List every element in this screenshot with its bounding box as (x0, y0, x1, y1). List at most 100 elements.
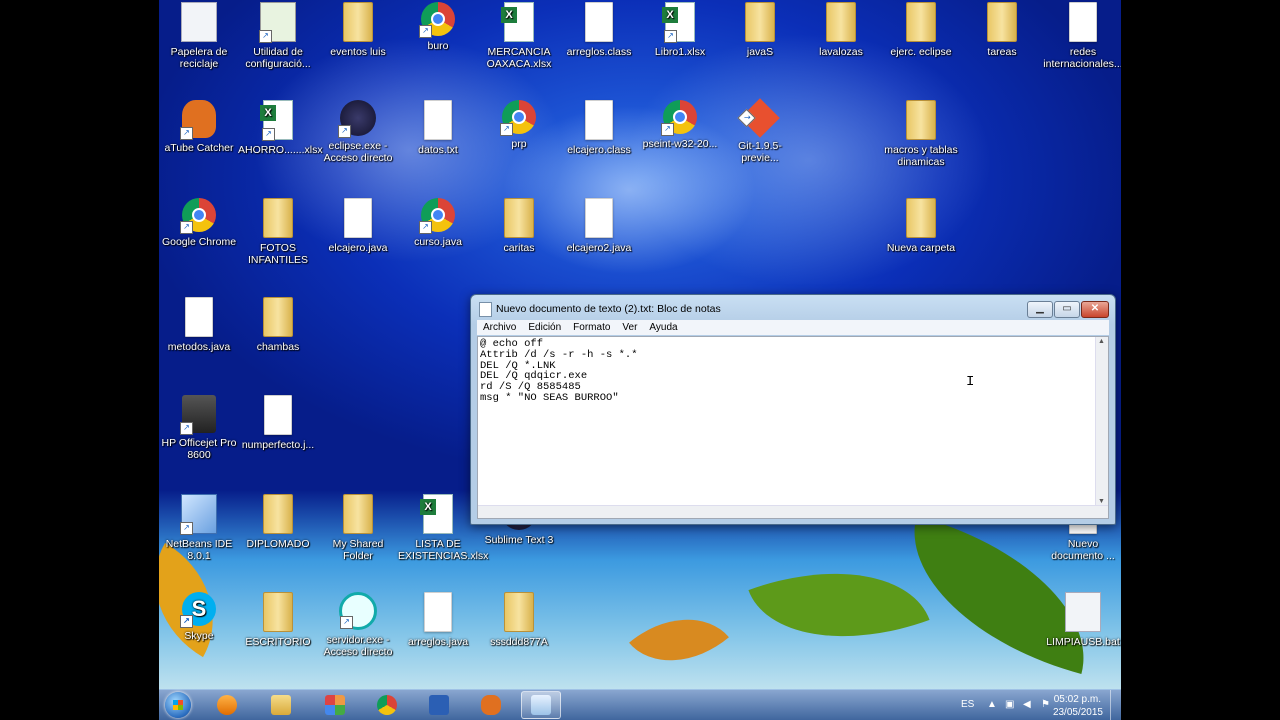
show-desktop-button[interactable] (1110, 690, 1121, 720)
desktop-icon-label: My Shared Folder (332, 538, 384, 562)
desktop-icon[interactable]: ↗ Git-1.9.5-previe... (720, 98, 800, 164)
volume-icon[interactable]: ◀ (1023, 700, 1033, 710)
desktop-icon[interactable]: elcajero.java (318, 198, 398, 254)
desktop-icon[interactable]: caritas (479, 198, 559, 254)
desktop-icon[interactable]: elcajero2.java (559, 198, 639, 254)
clock-date[interactable]: 23/05/2015 (1053, 707, 1103, 718)
network-icon[interactable]: ▣ (1005, 700, 1015, 710)
desktop-icon[interactable]: LIMPIAUSB.bat (1043, 592, 1121, 648)
taskbar-chrome[interactable] (367, 691, 407, 719)
language-indicator[interactable]: ES (961, 699, 974, 710)
clock-server-icon: ↗ (339, 592, 377, 630)
desktop-icon[interactable]: S ↗ Skype (159, 592, 239, 642)
desktop-icon[interactable]: Nueva carpeta (881, 198, 961, 254)
desktop-icon-label: Nuevo documento ... (1051, 538, 1115, 562)
desktop-icon-label: tareas (987, 46, 1017, 58)
desktop-icon[interactable]: ↗ AHORRO.......xlsx (238, 100, 323, 156)
scroll-down-icon[interactable]: ▼ (1098, 498, 1105, 505)
desktop-icon-label: Libro1.xlsx (654, 46, 706, 58)
desktop[interactable]: Papelera de reciclaje ↗ Utilidad de config… (159, 0, 1121, 720)
desktop-icon[interactable]: elcajero.class (559, 100, 639, 156)
close-button[interactable]: ✕ (1081, 301, 1109, 318)
desktop-icon[interactable]: ↗ curso.java (398, 198, 478, 248)
taskbar-apps-grid[interactable] (315, 691, 355, 719)
desktop-icon[interactable]: MERCANCIA OAXACA.xlsx (479, 2, 559, 70)
desktop-icon[interactable]: ESCRITORIO (238, 592, 318, 648)
excel-icon (501, 2, 534, 42)
desktop-icon[interactable]: Papelera de reciclaje (159, 2, 239, 70)
scroll-up-icon[interactable]: ▲ (1098, 338, 1105, 345)
desktop-icon[interactable]: DIPLOMADO (238, 494, 318, 550)
desktop-icon[interactable]: ↗ NetBeans IDE 8.0.1 (159, 494, 239, 562)
folder-icon (504, 592, 534, 632)
shortcut-arrow-icon: ↗ (340, 616, 353, 629)
folder-icon (906, 2, 936, 42)
desktop-icon[interactable]: lavalozas (801, 2, 881, 58)
arrow-up-icon[interactable]: ▲ (987, 700, 997, 710)
desktop-icon[interactable]: ↗ Google Chrome (159, 198, 239, 248)
shortcut-arrow-icon: ↗ (661, 123, 674, 136)
desktop-icon[interactable]: ↗ pseint-w32-20... (640, 100, 720, 150)
desktop-icon-label: curso.java (414, 236, 462, 248)
desktop-icon[interactable]: ↗ prp (479, 100, 559, 150)
menu-formato[interactable]: Formato (567, 322, 616, 333)
printer-icon: ↗ (180, 395, 216, 435)
taskbar-notepad[interactable] (521, 691, 561, 719)
menu-edicion[interactable]: Edición (522, 322, 567, 333)
desktop-icon[interactable]: arreglos.class (559, 2, 639, 58)
desktop-icon-label: numperfecto.j... (241, 439, 315, 451)
recycle-bin-icon (181, 2, 217, 42)
file-icon (585, 100, 613, 140)
desktop-icon-label: Nueva carpeta (886, 242, 956, 254)
desktop-icon-label: Papelera de reciclaje (170, 46, 228, 70)
minimize-button[interactable]: ▁ (1027, 301, 1053, 318)
desktop-icon[interactable]: sssddd877A (479, 592, 559, 648)
desktop-icon[interactable]: ↗ aTube Catcher (159, 100, 239, 154)
flag-icon[interactable]: ⚑ (1041, 700, 1051, 710)
maximize-button[interactable]: ▭ (1054, 301, 1080, 318)
desktop-icon[interactable]: datos.txt (398, 100, 478, 156)
taskbar-word[interactable] (419, 691, 459, 719)
file-icon (424, 592, 452, 632)
document-text[interactable]: @ echo off Attrib /d /s -r -h -s *.* DEL… (480, 339, 1094, 506)
desktop-icon[interactable]: eventos luis (318, 2, 398, 58)
shortcut-arrow-icon: ↗ (737, 108, 756, 128)
desktop-icon[interactable]: metodos.java (159, 297, 239, 353)
start-button[interactable] (165, 692, 191, 718)
skype-icon: S ↗ (180, 592, 216, 628)
desktop-icon[interactable]: chambas (238, 297, 318, 353)
clock-time[interactable]: 05:02 p.m. (1054, 694, 1101, 705)
desktop-icon-label: pseint-w32-20... (642, 138, 718, 150)
desktop-icon-label: eclipse.exe - Acceso directo (323, 140, 393, 164)
desktop-icon[interactable]: numperfecto.j... (238, 395, 318, 451)
desktop-icon[interactable]: ejerc. eclipse (881, 2, 961, 58)
desktop-icon[interactable]: My Shared Folder (318, 494, 398, 562)
text-editor[interactable]: @ echo off Attrib /d /s -r -h -s *.* DEL… (477, 336, 1109, 519)
desktop-icon[interactable]: redes internacionales... (1043, 2, 1121, 70)
desktop-icon[interactable]: ↗ HP Officejet Pro 8600 (159, 395, 239, 461)
desktop-icon[interactable]: arreglos.java (398, 592, 478, 648)
desktop-icon[interactable]: ↗ buro (398, 2, 478, 52)
notepad-window[interactable]: Nuevo documento de texto (2).txt: Bloc d… (470, 294, 1116, 525)
folder-icon (826, 2, 856, 42)
menu-ayuda[interactable]: Ayuda (643, 322, 683, 333)
shortcut-arrow-icon: ↗ (180, 615, 193, 628)
menu-archivo[interactable]: Archivo (477, 322, 522, 333)
desktop-icon[interactable]: ↗ Libro1.xlsx (640, 2, 720, 58)
desktop-icon[interactable]: ↗ eclipse.exe - Acceso directo (318, 100, 398, 164)
vertical-scrollbar[interactable]: ▲ ▼ (1095, 337, 1108, 506)
taskbar-explorer[interactable] (261, 691, 301, 719)
desktop-icon[interactable]: macros y tablas dinamicas (881, 100, 961, 168)
desktop-icon[interactable]: javaS (720, 2, 800, 58)
taskbar-media-player[interactable] (207, 691, 247, 719)
desktop-icon[interactable]: ↗ Utilidad de configuració... (238, 2, 318, 70)
desktop-icon[interactable]: FOTOS INFANTILES (238, 198, 318, 266)
horizontal-scrollbar[interactable] (478, 505, 1108, 518)
notepad-titlebar[interactable]: Nuevo documento de texto (2).txt: Bloc d… (471, 295, 1115, 321)
folder-icon (263, 198, 293, 238)
menu-ver[interactable]: Ver (616, 322, 643, 333)
desktop-icon[interactable]: LISTA DE EXISTENCIAS.xlsx (398, 494, 488, 562)
desktop-icon[interactable]: tareas (962, 2, 1042, 58)
desktop-icon[interactable]: ↗ servidor.exe - Acceso directo (318, 592, 398, 658)
taskbar-atube[interactable] (471, 691, 511, 719)
